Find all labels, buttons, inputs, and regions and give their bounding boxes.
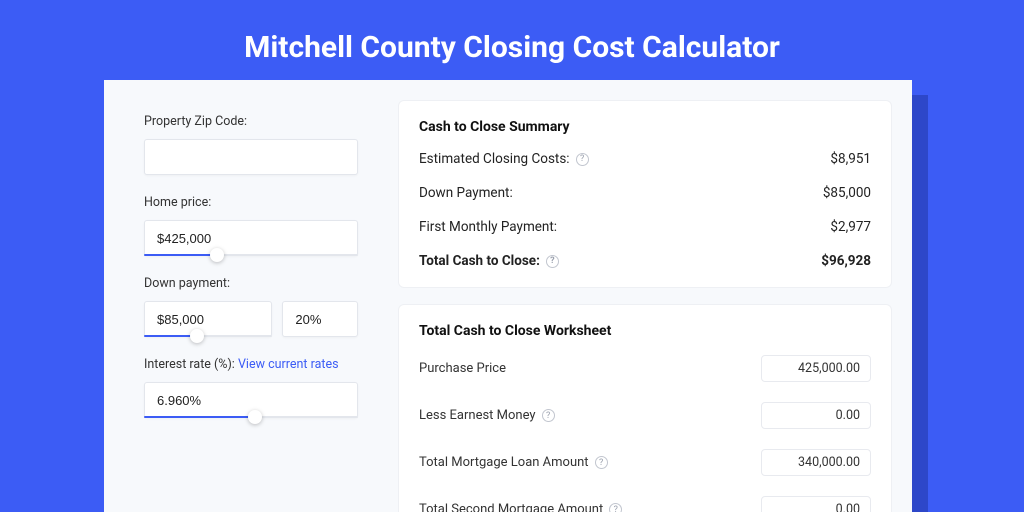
summary-row-label: Estimated Closing Costs:? [419, 151, 589, 167]
summary-row: Estimated Closing Costs:? $8,951 [419, 151, 871, 167]
help-icon[interactable]: ? [595, 456, 608, 469]
zip-label: Property Zip Code: [144, 114, 358, 129]
worksheet-row: Less Earnest Money? 0.00 [419, 402, 871, 429]
page-title: Mitchell County Closing Cost Calculator [0, 0, 1024, 65]
help-icon[interactable]: ? [542, 409, 555, 422]
home-price-label: Home price: [144, 195, 358, 210]
worksheet-row: Total Second Mortgage Amount? 0.00 [419, 496, 871, 512]
help-icon[interactable]: ? [609, 503, 622, 512]
worksheet-card: Total Cash to Close Worksheet Purchase P… [398, 304, 892, 512]
worksheet-row-label: Less Earnest Money? [419, 408, 555, 423]
field-interest-rate: Interest rate (%): View current rates [144, 357, 358, 418]
down-payment-pct-input[interactable] [282, 301, 358, 337]
worksheet-row-label: Purchase Price [419, 361, 506, 376]
summary-row-label: Down Payment: [419, 185, 513, 201]
view-rates-link[interactable]: View current rates [238, 357, 339, 372]
results-column: Cash to Close Summary Estimated Closing … [384, 80, 912, 512]
worksheet-row-value[interactable]: 0.00 [761, 402, 871, 429]
help-icon[interactable]: ? [576, 153, 589, 166]
down-payment-input[interactable] [144, 301, 272, 337]
summary-row: First Monthly Payment: $2,977 [419, 219, 871, 235]
summary-row-label: First Monthly Payment: [419, 219, 557, 235]
summary-card: Cash to Close Summary Estimated Closing … [398, 100, 892, 288]
worksheet-title: Total Cash to Close Worksheet [419, 323, 871, 339]
summary-row-value: $85,000 [823, 185, 871, 201]
interest-rate-label: Interest rate (%): View current rates [144, 357, 358, 372]
summary-row-value: $2,977 [830, 219, 871, 235]
summary-row: Down Payment: $85,000 [419, 185, 871, 201]
summary-row-label: Total Cash to Close:? [419, 253, 559, 269]
summary-row-value: $8,951 [830, 151, 871, 167]
worksheet-row-value[interactable]: 425,000.00 [761, 355, 871, 382]
summary-row: Total Cash to Close:? $96,928 [419, 253, 871, 269]
summary-row-value: $96,928 [821, 253, 871, 269]
worksheet-row-value[interactable]: 0.00 [761, 496, 871, 512]
worksheet-row: Purchase Price 425,000.00 [419, 355, 871, 382]
help-icon[interactable]: ? [546, 255, 559, 268]
field-down-payment: Down payment: [144, 276, 358, 337]
summary-title: Cash to Close Summary [419, 119, 871, 135]
worksheet-row-label: Total Second Mortgage Amount? [419, 502, 622, 512]
worksheet-row-value[interactable]: 340,000.00 [761, 449, 871, 476]
interest-rate-label-text: Interest rate (%): [144, 357, 235, 372]
worksheet-row-label: Total Mortgage Loan Amount? [419, 455, 608, 470]
inputs-column: Property Zip Code: Home price: Down paym… [104, 80, 384, 512]
down-payment-label: Down payment: [144, 276, 358, 291]
zip-input[interactable] [144, 139, 358, 175]
field-zip: Property Zip Code: [144, 114, 358, 175]
calculator-panel: Property Zip Code: Home price: Down paym… [104, 80, 912, 512]
field-home-price: Home price: [144, 195, 358, 256]
home-price-input[interactable] [144, 220, 358, 256]
worksheet-row: Total Mortgage Loan Amount? 340,000.00 [419, 449, 871, 476]
